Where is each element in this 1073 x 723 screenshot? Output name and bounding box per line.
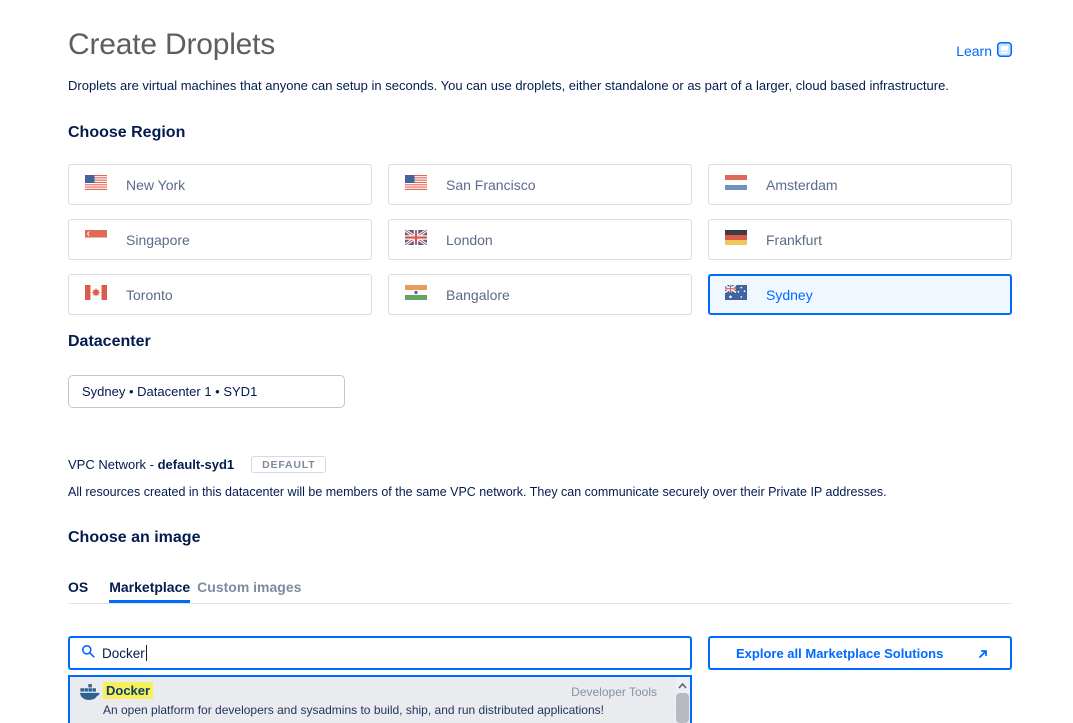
result-name-row: Docker [103, 682, 153, 700]
docker-whale-icon [80, 684, 100, 705]
explore-marketplace-button[interactable]: Explore all Marketplace Solutions [708, 636, 1012, 670]
datacenter-select[interactable]: Sydney • Datacenter 1 • SYD1 [68, 375, 345, 408]
vpc-network-row: VPC Network - default-syd1 DEFAULT [68, 456, 326, 473]
result-category: Developer Tools [571, 685, 657, 699]
region-label: Bangalore [446, 287, 510, 303]
region-card-new-york[interactable]: New York [68, 164, 372, 205]
region-card-sydney[interactable]: Sydney [708, 274, 1012, 315]
region-label: Singapore [126, 232, 190, 248]
region-label: Amsterdam [766, 177, 838, 193]
in-flag-icon [405, 285, 427, 305]
region-card-london[interactable]: London [388, 219, 692, 260]
page-title: Create Droplets [68, 28, 275, 62]
us-flag-icon [85, 175, 107, 195]
tab-marketplace[interactable]: Marketplace [109, 579, 190, 603]
tab-os[interactable]: OS [68, 579, 88, 603]
search-icon [81, 644, 95, 663]
external-link-arrow-icon [977, 648, 989, 663]
region-label: Frankfurt [766, 232, 822, 248]
result-name-highlighted: Docker [103, 682, 153, 699]
region-card-frankfurt[interactable]: Frankfurt [708, 219, 1012, 260]
vpc-network-name: default-syd1 [158, 457, 235, 472]
choose-region-heading: Choose Region [68, 124, 185, 142]
results-scrollbar[interactable] [675, 677, 690, 723]
choose-image-heading: Choose an image [68, 529, 200, 547]
vpc-description: All resources created in this datacenter… [68, 485, 887, 499]
scrollbar-thumb[interactable] [676, 693, 689, 723]
result-description: An open platform for developers and sysa… [103, 703, 604, 717]
image-tabs: OS Marketplace Custom images [68, 579, 1012, 604]
region-label: Sydney [766, 287, 813, 303]
default-badge: DEFAULT [251, 456, 326, 473]
ca-flag-icon [85, 285, 107, 305]
search-input-value: Docker [102, 646, 145, 661]
region-label: New York [126, 177, 185, 193]
region-card-bangalore[interactable]: Bangalore [388, 274, 692, 315]
explore-marketplace-label: Explore all Marketplace Solutions [736, 646, 943, 661]
region-label: London [446, 232, 493, 248]
chevron-up-icon [678, 676, 687, 694]
region-label: Toronto [126, 287, 173, 303]
doc-panel-icon [997, 42, 1012, 60]
au-flag-icon [725, 285, 747, 305]
region-grid: New York San Francisco Amsterdam Singapo… [68, 164, 1012, 315]
vpc-network-label: VPC Network - [68, 457, 154, 472]
search-result-docker[interactable]: Docker Developer Tools An open platform … [70, 677, 690, 723]
learn-link[interactable]: Learn [956, 42, 1012, 60]
page-subtitle: Droplets are virtual machines that anyon… [68, 78, 949, 93]
region-card-san-francisco[interactable]: San Francisco [388, 164, 692, 205]
scroll-up-button[interactable] [675, 677, 690, 692]
marketplace-search-input[interactable]: Docker [68, 636, 692, 670]
gb-flag-icon [405, 230, 427, 250]
datacenter-value: Sydney • Datacenter 1 • SYD1 [82, 384, 257, 399]
nl-flag-icon [725, 175, 747, 195]
region-label: San Francisco [446, 177, 535, 193]
text-caret [146, 645, 147, 661]
tab-custom-images[interactable]: Custom images [197, 579, 301, 603]
sg-flag-icon [85, 230, 107, 250]
us-flag-icon [405, 175, 427, 195]
de-flag-icon [725, 230, 747, 250]
region-card-amsterdam[interactable]: Amsterdam [708, 164, 1012, 205]
datacenter-heading: Datacenter [68, 333, 151, 351]
region-card-singapore[interactable]: Singapore [68, 219, 372, 260]
search-results-dropdown: Docker Developer Tools An open platform … [68, 675, 692, 723]
learn-link-label: Learn [956, 43, 992, 59]
region-card-toronto[interactable]: Toronto [68, 274, 372, 315]
